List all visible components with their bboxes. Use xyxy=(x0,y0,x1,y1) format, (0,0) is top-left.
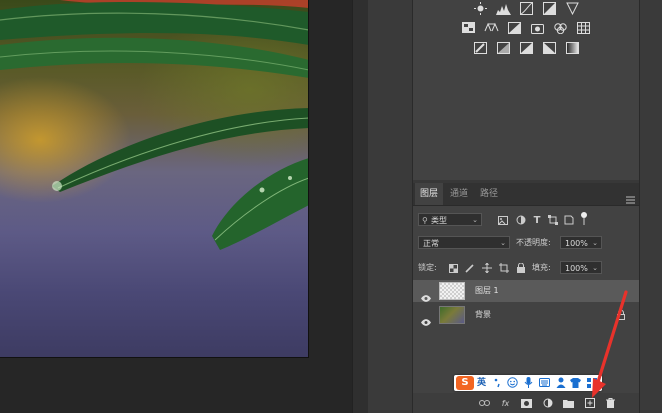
shirt-icon[interactable] xyxy=(570,377,581,388)
brightness-icon[interactable] xyxy=(473,2,488,15)
keyboard-icon[interactable] xyxy=(539,377,550,388)
leaf-photo-illustration xyxy=(0,0,309,250)
layer-row-background[interactable]: 背景 xyxy=(413,304,639,326)
lock-transparent-pixels-icon[interactable] xyxy=(448,263,458,273)
opacity-label: 不透明度: xyxy=(516,238,551,247)
chevron-down-icon: ⌄ xyxy=(500,239,506,247)
adjustments-panel xyxy=(413,0,639,180)
ime-toolbar[interactable]: S 英 xyxy=(454,375,602,391)
posterize-icon[interactable] xyxy=(496,41,511,54)
document-canvas-area[interactable] xyxy=(0,0,369,413)
fx-icon[interactable]: fx xyxy=(500,398,511,408)
fill-value: 100% xyxy=(565,264,588,273)
photo-filter-icon[interactable] xyxy=(530,21,545,34)
lock-artboard-icon[interactable] xyxy=(499,263,509,273)
canvas-scrollbar[interactable] xyxy=(352,0,369,413)
link-icon[interactable] xyxy=(479,398,490,408)
channel-mixer-icon[interactable] xyxy=(553,21,568,34)
collapsed-panel-strip-right[interactable] xyxy=(639,0,662,413)
user-icon[interactable] xyxy=(555,377,566,388)
blend-mode-select[interactable]: 正常 ⌄ xyxy=(418,236,510,249)
ime-language-toggle[interactable]: 英 xyxy=(477,375,486,391)
exposure-icon[interactable] xyxy=(542,2,557,15)
adjustments-row-3 xyxy=(413,41,639,54)
pixel-filter-icon[interactable] xyxy=(498,215,508,225)
photoshop-window: 图层 通道 路径 ⚲ 类型 ⌄ T 正常 ⌄ 不透明度: 100% ⌄ 锁定: … xyxy=(0,0,662,413)
layer-lock-icon xyxy=(616,310,626,320)
curves-icon[interactable] xyxy=(519,2,534,15)
trash-icon[interactable] xyxy=(605,398,616,408)
opacity-value: 100% xyxy=(565,239,588,248)
hue-saturation-icon[interactable] xyxy=(461,21,476,34)
layer-name[interactable]: 图层 1 xyxy=(475,280,499,302)
punctuation-icon[interactable] xyxy=(492,377,503,388)
lock-all-icon[interactable] xyxy=(516,263,526,273)
canvas-image[interactable] xyxy=(0,0,309,358)
vibrance-icon[interactable] xyxy=(565,2,580,15)
threshold-icon[interactable] xyxy=(519,41,534,54)
layer-name[interactable]: 背景 xyxy=(475,304,491,326)
type-filter-icon[interactable]: T xyxy=(532,215,542,226)
layer-filter-select[interactable]: ⚲ 类型 ⌄ xyxy=(418,213,482,226)
invert-icon[interactable] xyxy=(473,41,488,54)
folder-icon[interactable] xyxy=(563,398,574,408)
adjustment-filter-icon[interactable] xyxy=(516,215,526,225)
lock-position-icon[interactable] xyxy=(482,263,492,273)
new-layer-icon[interactable] xyxy=(584,398,595,408)
visibility-eye-icon[interactable] xyxy=(421,287,431,302)
panel-menu-icon[interactable] xyxy=(626,189,635,204)
blend-mode-value: 正常 xyxy=(423,239,439,248)
smart-object-filter-icon[interactable] xyxy=(564,215,574,225)
mask-icon[interactable] xyxy=(521,398,532,408)
layer-thumbnail-photo xyxy=(439,306,465,324)
color-balance-icon[interactable] xyxy=(484,21,499,34)
microphone-icon[interactable] xyxy=(523,377,534,388)
adjustment-icon[interactable] xyxy=(542,398,553,408)
layers-panel-tabs: 图层 通道 路径 xyxy=(413,183,639,206)
chevron-down-icon: ⌄ xyxy=(592,264,598,272)
grid-icon[interactable] xyxy=(586,377,597,388)
adjustments-row-2 xyxy=(413,21,639,34)
layer-thumbnail-transparent xyxy=(439,282,465,300)
ime-logo[interactable]: S xyxy=(456,376,474,390)
shape-filter-icon[interactable] xyxy=(548,215,558,225)
search-icon: ⚲ xyxy=(422,216,428,225)
levels-icon[interactable] xyxy=(495,2,511,15)
layer-filter-value: 类型 xyxy=(431,216,447,225)
emoji-icon[interactable] xyxy=(507,377,518,388)
tab-paths[interactable]: 路径 xyxy=(475,183,503,205)
black-white-icon[interactable] xyxy=(507,21,522,34)
adjustments-row-1 xyxy=(413,2,639,15)
layer-row-layer-1[interactable]: 图层 1 xyxy=(413,280,639,302)
tab-channels[interactable]: 通道 xyxy=(445,183,473,205)
lock-image-pixels-icon[interactable] xyxy=(465,263,475,273)
fill-input[interactable]: 100% ⌄ xyxy=(560,261,602,274)
lock-label: 锁定: xyxy=(418,263,437,272)
gradient-map-icon[interactable] xyxy=(565,41,580,54)
opacity-input[interactable]: 100% ⌄ xyxy=(560,236,602,249)
chevron-down-icon: ⌄ xyxy=(472,216,478,224)
right-dock: 图层 通道 路径 ⚲ 类型 ⌄ T 正常 ⌄ 不透明度: 100% ⌄ 锁定: … xyxy=(368,0,662,413)
visibility-eye-icon[interactable] xyxy=(421,311,431,326)
chevron-down-icon: ⌄ xyxy=(592,239,598,247)
layers-bottom-toolbar: fx xyxy=(413,393,639,413)
tab-layers[interactable]: 图层 xyxy=(415,183,444,205)
collapsed-panel-strip[interactable] xyxy=(368,0,413,413)
fill-label: 填充: xyxy=(532,263,551,272)
selective-color-icon[interactable] xyxy=(542,41,557,54)
filter-toggle-icon[interactable] xyxy=(579,211,589,225)
color-lookup-icon[interactable] xyxy=(576,21,591,34)
